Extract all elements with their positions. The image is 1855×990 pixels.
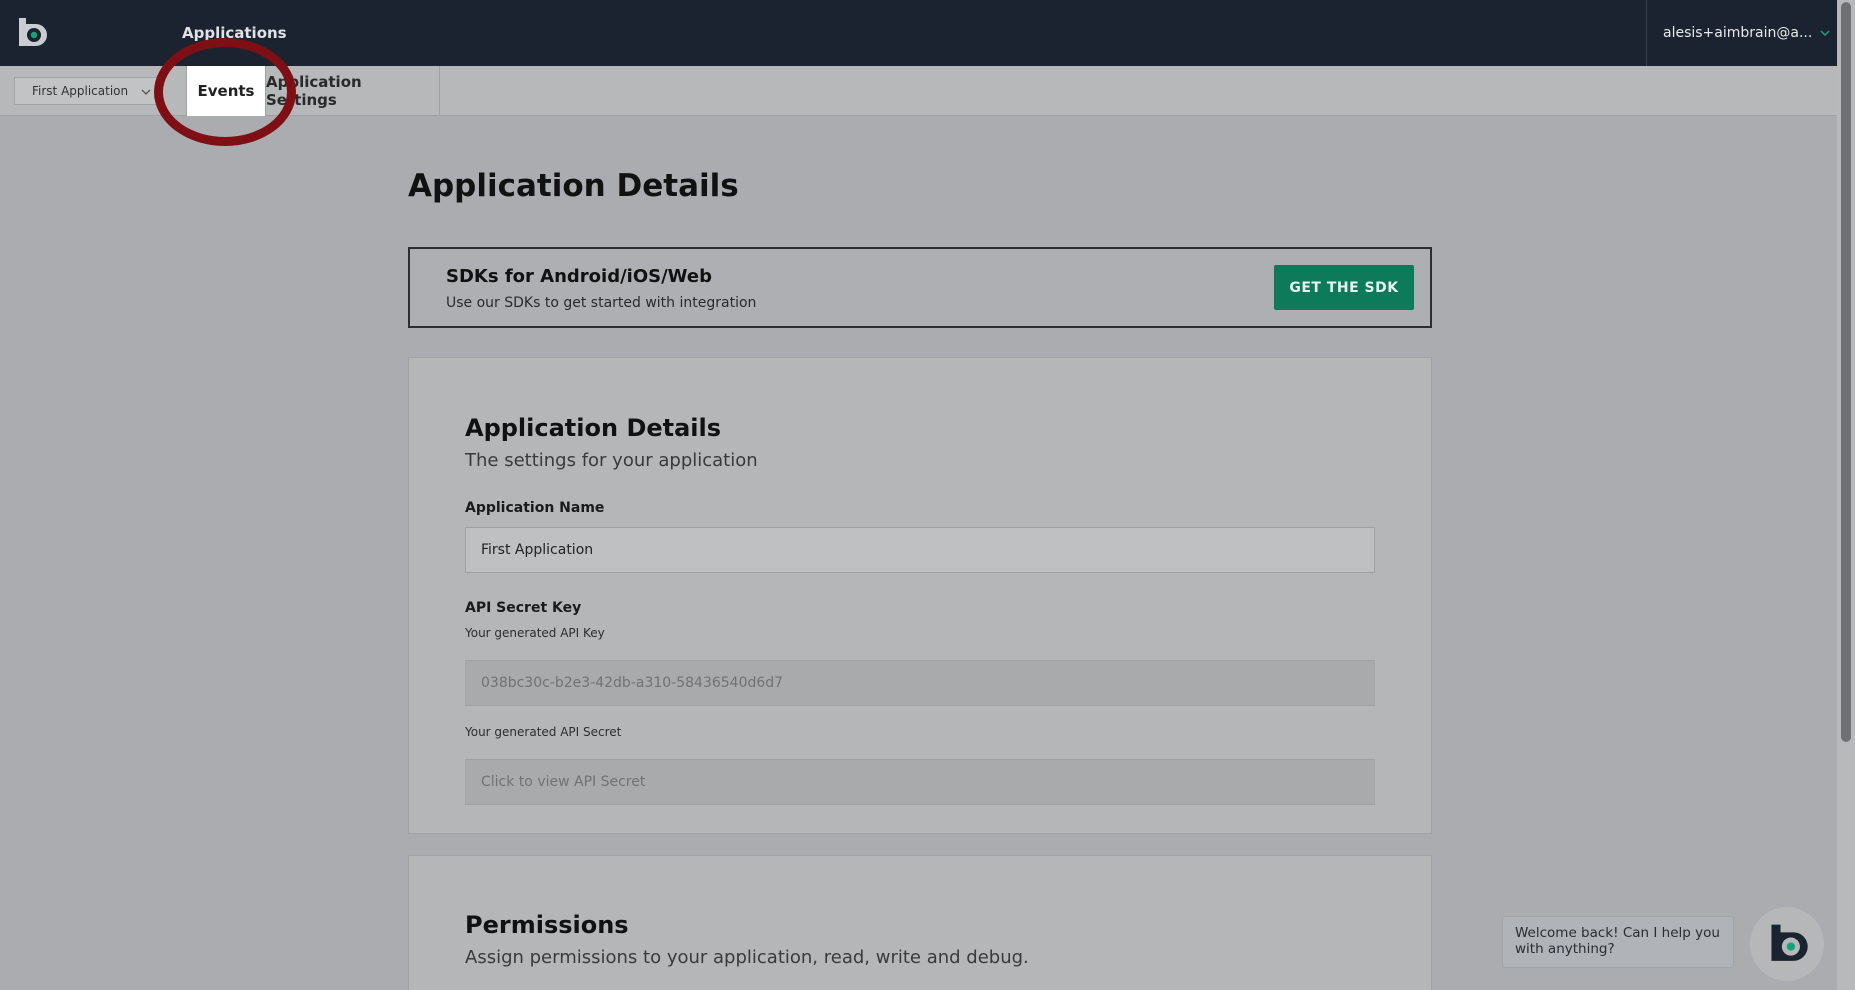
permissions-card: Permissions Assign permissions to your a… <box>408 855 1432 990</box>
tab-events[interactable]: Events <box>186 66 266 116</box>
permissions-heading: Permissions <box>465 911 629 939</box>
application-subnav: First Application Events Application Set… <box>0 66 1837 116</box>
chat-logo-icon <box>1771 924 1808 961</box>
application-selector-value: First Application <box>32 84 129 98</box>
sdk-banner-title: SDKs for Android/iOS/Web <box>446 266 712 287</box>
nav-applications-link[interactable]: Applications <box>182 24 287 42</box>
top-navbar: Applications alesis+aimbrain@a... <box>0 0 1855 66</box>
application-name-label: Application Name <box>465 500 605 516</box>
chevron-down-icon <box>1820 30 1830 37</box>
tab-application-settings[interactable]: Application Settings <box>266 66 440 116</box>
aimbrain-logo-icon[interactable] <box>14 16 48 50</box>
api-secret-key-label: API Secret Key <box>465 600 582 616</box>
permissions-subheading: Assign permissions to your application, … <box>465 947 1029 968</box>
application-selector[interactable]: First Application <box>14 77 160 105</box>
page-scrollbar[interactable] <box>1837 0 1855 990</box>
details-heading: Application Details <box>465 414 722 442</box>
application-name-input[interactable]: First Application <box>465 527 1375 573</box>
api-key-hint: Your generated API Key <box>465 626 605 640</box>
sdk-banner-subtitle: Use our SDKs to get started with integra… <box>446 295 757 311</box>
get-sdk-button[interactable]: GET THE SDK <box>1274 265 1414 310</box>
chevron-down-icon <box>141 89 151 95</box>
api-secret-hint: Your generated API Secret <box>465 725 622 739</box>
user-account-menu[interactable]: alesis+aimbrain@a... <box>1646 0 1837 66</box>
chat-welcome-message[interactable]: Welcome back! Can I help you with anythi… <box>1502 916 1734 968</box>
application-details-card: Application Details The settings for you… <box>408 357 1432 834</box>
scrollbar-thumb[interactable] <box>1841 2 1851 742</box>
api-secret-field[interactable]: Click to view API Secret <box>465 759 1375 805</box>
chat-launcher-button[interactable] <box>1750 907 1824 981</box>
sdk-banner: SDKs for Android/iOS/Web Use our SDKs to… <box>408 247 1432 328</box>
page-title: Application Details <box>408 168 739 204</box>
user-email: alesis+aimbrain@a... <box>1663 25 1813 41</box>
details-subheading: The settings for your application <box>465 450 758 471</box>
api-key-field[interactable]: 038bc30c-b2e3-42db-a310-58436540d6d7 <box>465 660 1375 706</box>
